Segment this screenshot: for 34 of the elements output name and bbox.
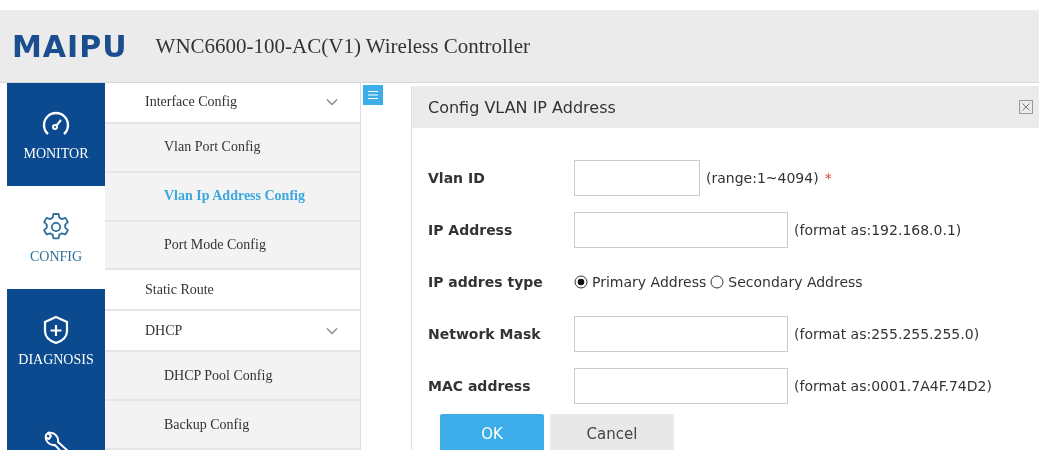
field-label: Vlan ID — [428, 170, 486, 186]
menu-item[interactable]: Port Mode Config — [105, 221, 360, 271]
rail-tab[interactable]: CONFIG — [7, 186, 105, 289]
rail-tab[interactable]: MONITOR — [7, 83, 105, 186]
format-hint: (format as:192.168.0.1) — [794, 222, 962, 238]
menu-item[interactable]: Backup Config — [105, 401, 360, 450]
input-field[interactable] — [574, 212, 788, 248]
radio-label: Secondary Address — [728, 274, 863, 290]
dialog-title: Config VLAN IP Address — [428, 97, 616, 117]
chevron-icon — [326, 98, 338, 107]
menu-icon — [367, 89, 379, 101]
menu-item[interactable]: Vlan Port Config — [105, 123, 360, 173]
field-label: IP addres type — [428, 274, 544, 290]
menu-button[interactable] — [363, 85, 383, 105]
input-field[interactable] — [574, 368, 788, 404]
input-field[interactable] — [574, 160, 700, 196]
menu-item[interactable]: DHCP Pool Config — [105, 352, 360, 402]
logo: MAIPU — [12, 28, 128, 64]
field-label: IP Address — [428, 222, 514, 238]
format-hint: (range:1~4094) — [706, 170, 819, 186]
radio-label: Primary Address — [592, 274, 707, 290]
chevron-icon — [326, 326, 338, 335]
app-title: WNC6600-100-AC(V1) Wireless Controller — [155, 33, 530, 59]
close-icon[interactable] — [1019, 100, 1033, 114]
cancel-button[interactable]: Cancel — [550, 414, 674, 450]
format-hint: (format as:255.255.255.0) — [794, 326, 980, 342]
field-label: MAC address — [428, 378, 532, 394]
radio-button[interactable] — [710, 275, 725, 289]
input-field[interactable] — [574, 316, 788, 352]
field-label: Network Mask — [428, 326, 542, 342]
radio-button[interactable] — [574, 275, 588, 289]
required-mark: * — [824, 170, 832, 186]
format-hint: (format as:0001.7A4F.74D2) — [794, 378, 992, 394]
rail-tab[interactable]: DIAGNOSIS — [7, 289, 105, 392]
